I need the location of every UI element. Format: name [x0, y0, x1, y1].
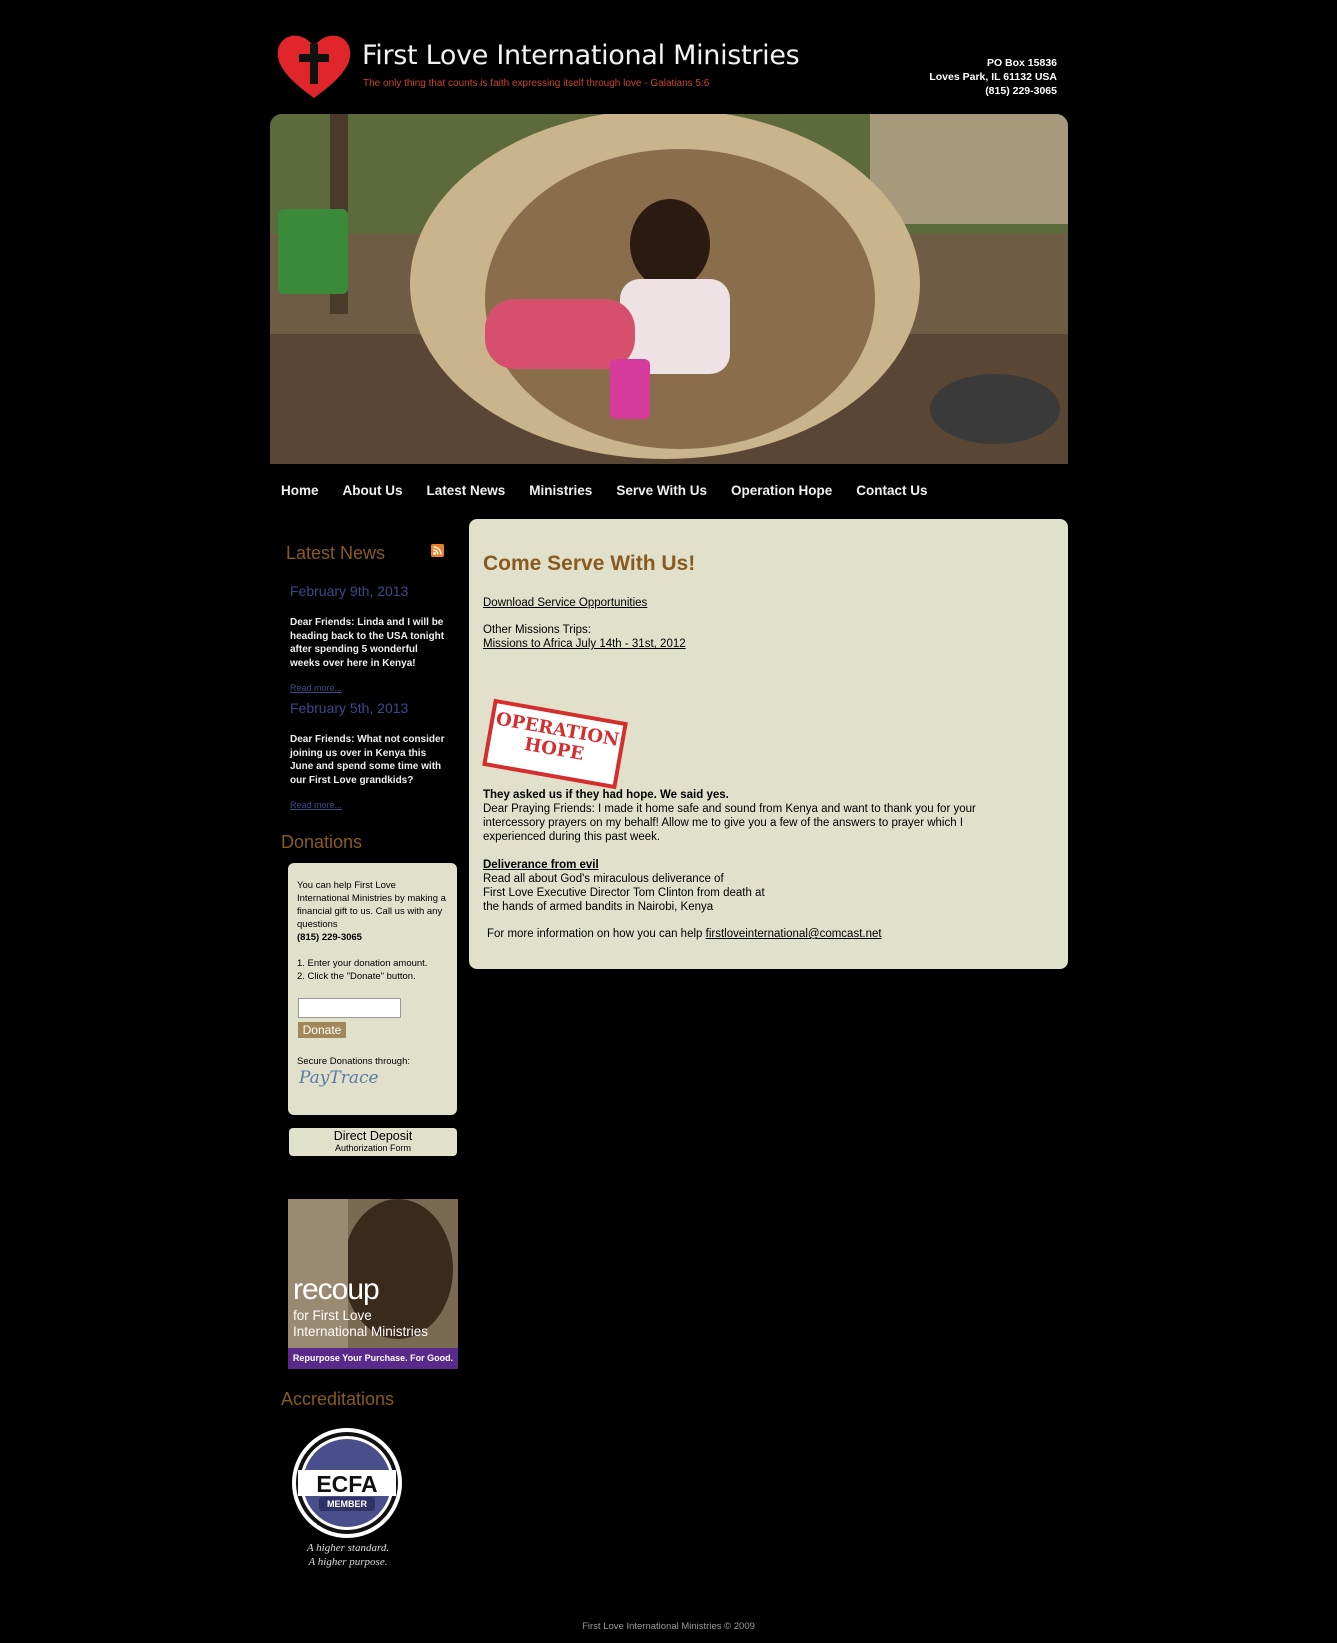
ecfa-label: ECFA	[316, 1471, 378, 1497]
read-more-link[interactable]: Read more...	[290, 683, 342, 693]
operation-hope-stamp[interactable]: OPERATION HOPE	[482, 698, 628, 790]
page-title: Come Serve With Us!	[483, 552, 696, 575]
news-date[interactable]: February 9th, 2013	[290, 583, 408, 599]
ecfa-seal[interactable]: ECFA MEMBER	[291, 1427, 403, 1539]
nav-contact-us[interactable]: Contact Us	[856, 483, 927, 498]
address-line: PO Box 15836	[986, 57, 1057, 69]
donation-text: You can help First Love International Mi…	[297, 880, 446, 930]
footer-copyright: First Love International Ministries © 20…	[582, 1621, 755, 1632]
recoup-subtitle-line: for First Love	[293, 1308, 372, 1323]
news-excerpt: Dear Friends: Linda and I will be headin…	[290, 617, 445, 669]
news-excerpt: Dear Friends: What not consider joining …	[290, 734, 445, 786]
nav-operation-hope[interactable]: Operation Hope	[731, 483, 832, 498]
recoup-subtitle: for First Love International Ministries	[293, 1308, 428, 1340]
site-title: First Love International Ministries	[362, 40, 800, 71]
direct-deposit-button[interactable]: Direct Deposit Authorization Form	[289, 1128, 457, 1156]
ecfa-tagline-line: A higher standard.	[306, 1542, 390, 1554]
hero-photo	[270, 114, 1068, 464]
nav-about-us[interactable]: About Us	[343, 483, 403, 498]
main-content: Come Serve With Us! Download Service Opp…	[469, 519, 1068, 969]
address-line: Loves Park, IL 61132 USA	[929, 71, 1057, 83]
other-trips-label: Other Missions Trips:	[483, 624, 591, 636]
accreditations-heading: Accreditations	[281, 1389, 395, 1409]
hope-heading: They asked us if they had hope. We said …	[483, 789, 729, 801]
donation-amount-input[interactable]	[298, 998, 401, 1018]
donate-button[interactable]: Donate	[298, 1022, 346, 1038]
donation-step: 2. Click the "Donate" button.	[297, 971, 416, 982]
recoup-banner[interactable]: recoup for First Love International Mini…	[288, 1199, 458, 1369]
deliverance-body-line: First Love Executive Director Tom Clinto…	[483, 887, 765, 899]
paytrace-logo[interactable]: PayTrace	[299, 1068, 379, 1088]
donation-phone: (815) 229-3065	[297, 932, 362, 943]
more-info-text: For more information on how you can help	[487, 928, 703, 940]
read-more-link[interactable]: Read more...	[290, 800, 342, 810]
hope-body-line: Dear Praying Friends: I made it home saf…	[483, 803, 976, 815]
tagline: The only thing that counts is faith expr…	[363, 78, 710, 89]
donation-step: 1. Enter your donation amount.	[297, 958, 428, 969]
download-opportunities-link[interactable]: Download Service Opportunities	[483, 596, 647, 610]
ecfa-tagline-line: A higher purpose.	[308, 1556, 388, 1568]
ecfa-tagline: A higher standard. A higher purpose.	[298, 1541, 398, 1569]
news-date[interactable]: February 5th, 2013	[290, 700, 408, 716]
donation-instructions: You can help First Love International Mi…	[297, 879, 447, 983]
nav-home[interactable]: Home	[281, 483, 319, 498]
deliverance-link[interactable]: Deliverance from evil	[483, 858, 599, 872]
ecfa-member-label: MEMBER	[327, 1499, 367, 1509]
donation-box: You can help First Love International Mi…	[288, 863, 457, 1115]
hope-body-line: experienced during this past week.	[483, 831, 661, 843]
rss-icon[interactable]	[431, 544, 444, 557]
main-nav: Home About Us Latest News Ministries Ser…	[281, 483, 952, 498]
recoup-slogan: Repurpose Your Purchase. For Good.	[288, 1348, 458, 1369]
donations-heading: Donations	[281, 832, 363, 852]
contact-address: PO Box 15836 Loves Park, IL 61132 USA (8…	[929, 56, 1057, 98]
africa-trip-link[interactable]: Missions to Africa July 14th - 31st, 201…	[483, 637, 686, 651]
latest-news-heading: Latest News	[286, 543, 386, 563]
secure-donations-label: Secure Donations through:	[297, 1056, 411, 1067]
deliverance-body-line: the hands of armed bandits in Nairobi, K…	[483, 901, 714, 913]
recoup-subtitle-line: International Ministries	[293, 1324, 429, 1339]
nav-ministries[interactable]: Ministries	[529, 483, 592, 498]
direct-deposit-title: Direct Deposit	[333, 1129, 413, 1143]
nav-latest-news[interactable]: Latest News	[427, 483, 506, 498]
deliverance-body-line: Read all about God's miraculous delivera…	[483, 873, 724, 885]
heart-cross-logo[interactable]	[276, 34, 352, 100]
hope-body-line: intercessory prayers on my behalf! Allow…	[483, 817, 964, 829]
more-info-line: For more information on how you can help…	[487, 927, 882, 941]
recoup-wordmark: recoup	[293, 1273, 380, 1306]
direct-deposit-subtitle: Authorization Form	[334, 1143, 412, 1153]
phone-number: (815) 229-3065	[985, 85, 1057, 97]
contact-email-link[interactable]: firstloveinternational@comcast.net	[706, 928, 882, 940]
nav-serve-with-us[interactable]: Serve With Us	[616, 483, 707, 498]
